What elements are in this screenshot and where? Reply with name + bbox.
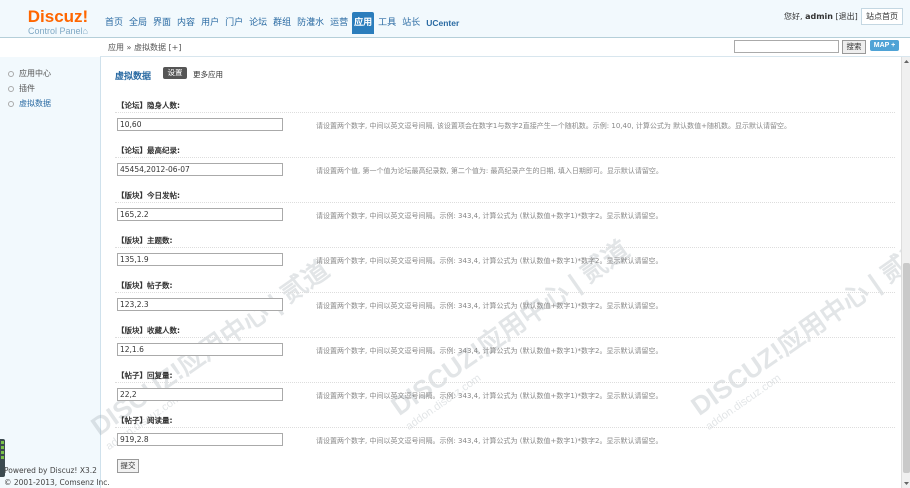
greeting: 您好, <box>784 12 803 21</box>
setting-input[interactable]: 12,1.6 <box>117 343 283 356</box>
row-divider <box>115 337 895 338</box>
nav-item-11[interactable]: 工具 <box>376 12 398 34</box>
watermark: DISCUZ!应用中心 | 贰道 addon.discuz.com <box>685 234 910 433</box>
search-input[interactable] <box>734 40 839 53</box>
nav-item-0[interactable]: 首页 <box>103 12 125 34</box>
setting-hint: 请设置两个数字, 中间以英文逗号间隔。示例: 343,4, 计算公式为 (默认数… <box>316 392 663 400</box>
row-divider <box>115 382 895 383</box>
username: admin <box>805 12 833 21</box>
nav-item-2[interactable]: 界面 <box>151 12 173 34</box>
setting-hint: 请设置两个数字, 中间以英文逗号间隔。示例: 343,4, 计算公式为 (默认数… <box>316 437 663 445</box>
page-title: 虚拟数据 <box>115 72 152 82</box>
brand-subtitle: Control Panel⌂ <box>28 26 88 36</box>
nav-item-3[interactable]: 内容 <box>175 12 197 34</box>
submit-button[interactable]: 提交 <box>117 459 139 473</box>
top-nav: 首页 全局 界面 内容 用户 门户 论坛 群组 防灌水 运营 应用 工具 站长 UCenter <box>103 12 463 34</box>
copyright: © 2001-2013, Comsenz Inc. <box>4 478 110 487</box>
header-bar: Discuz! Control Panel⌂ 首页 全局 界面 内容 用户 门户 论坛 群组防… <box>0 0 910 38</box>
map-button[interactable]: MAP + <box>870 40 899 51</box>
setting-hint: 请设置两个数字, 中间以英文逗号间隔。示例: 343,4, 计算公式为 (默认数… <box>316 302 663 310</box>
setting-hint: 请设置两个数字, 中间以英文逗号间隔, 该设置项会在数字1与数字2直接产生一个随… <box>316 122 791 130</box>
setting-hint: 请设置两个数字, 中间以英文逗号间隔。示例: 343,4, 计算公式为 (默认数… <box>316 212 663 220</box>
sidebar-item-plugins[interactable]: 插件 <box>8 83 35 94</box>
setting-input[interactable]: 22,2 <box>117 388 283 401</box>
setting-label: 【版块】帖子数: <box>117 281 173 290</box>
row-divider <box>115 157 895 158</box>
nav-item-7[interactable]: 群组 <box>271 12 293 34</box>
tab-settings[interactable]: 设置 <box>163 67 187 79</box>
sidebar-item-app-center[interactable]: 应用中心 <box>8 68 51 79</box>
setting-label: 【版块】今日发帖: <box>117 191 180 200</box>
scroll-down-icon[interactable] <box>902 479 910 488</box>
nav-item-13[interactable]: UCenter <box>424 12 461 34</box>
row-divider <box>115 202 895 203</box>
search-button[interactable]: 搜索 <box>842 40 866 54</box>
scroll-up-icon[interactable] <box>902 57 910 66</box>
nav-item-9[interactable]: 运营 <box>328 12 350 34</box>
powered-by: Powered by Discuz! X3.2 <box>4 466 97 475</box>
home-icon: ⌂ <box>82 26 88 36</box>
tab-more-apps[interactable]: 更多应用 <box>193 69 223 80</box>
nav-item-12[interactable]: 站长 <box>400 12 422 34</box>
setting-input[interactable]: 123,2.3 <box>117 298 283 311</box>
logout-link[interactable]: [退出] <box>836 12 858 21</box>
brand-name: Discuz! <box>27 7 89 26</box>
site-home-button[interactable]: 站点首页 <box>861 8 903 25</box>
nav-item-8[interactable]: 防灌水 <box>295 12 326 34</box>
logo[interactable]: Discuz! Control Panel⌂ <box>14 8 102 37</box>
nav-item-1[interactable]: 全局 <box>127 12 149 34</box>
breadcrumb[interactable]: 应用 » 虚拟数据 [+] <box>108 42 181 53</box>
nav-item-5[interactable]: 门户 <box>223 12 245 34</box>
setting-input[interactable]: 165,2.2 <box>117 208 283 221</box>
scroll-thumb[interactable] <box>903 263 910 473</box>
bullet-icon <box>8 100 14 107</box>
setting-input[interactable]: 10,60 <box>117 118 283 131</box>
setting-hint: 请设置两个数字, 中间以英文逗号间隔。示例: 343,4, 计算公式为 (默认数… <box>316 257 663 265</box>
main-content: DISCUZ!应用中心 | 贰道 addon.discuz.com DISCUZ!… <box>85 57 910 488</box>
plus-icon: + <box>889 42 896 49</box>
bullet-icon <box>8 70 14 77</box>
sidebar-item-virtual-data[interactable]: 虚拟数据 <box>8 98 51 109</box>
setting-label: 【论坛】最高纪录: <box>117 146 180 155</box>
row-divider <box>115 247 895 248</box>
row-divider <box>115 112 895 113</box>
setting-input[interactable]: 45454,2012-06-07 <box>117 163 283 176</box>
setting-input[interactable]: 919,2.8 <box>117 433 283 446</box>
scrollbar[interactable] <box>901 57 910 488</box>
bullet-icon <box>8 85 14 92</box>
setting-label: 【版块】收藏人数: <box>117 326 180 335</box>
nav-item-10[interactable]: 应用 <box>352 12 375 34</box>
nav-item-6[interactable]: 论坛 <box>247 12 269 34</box>
row-divider <box>115 427 895 428</box>
setting-label: 【版块】主题数: <box>117 236 173 245</box>
setting-hint: 请设置两个值, 第一个值为论坛最高纪录数, 第二个值为: 最高纪录产生的日期, … <box>316 167 663 175</box>
nav-item-4[interactable]: 用户 <box>199 12 221 34</box>
sidebar: 应用中心 插件 虚拟数据 <box>0 57 101 488</box>
setting-label: 【帖子】阅读量: <box>117 416 173 425</box>
setting-hint: 请设置两个数字, 中间以英文逗号间隔。示例: 343,4, 计算公式为 (默认数… <box>316 347 663 355</box>
setting-label: 【论坛】隐身人数: <box>117 101 180 110</box>
row-divider <box>115 292 895 293</box>
setting-label: 【帖子】回复量: <box>117 371 173 380</box>
user-bar: 您好, admin [退出] <box>784 11 858 22</box>
setting-input[interactable]: 135,1.9 <box>117 253 283 266</box>
